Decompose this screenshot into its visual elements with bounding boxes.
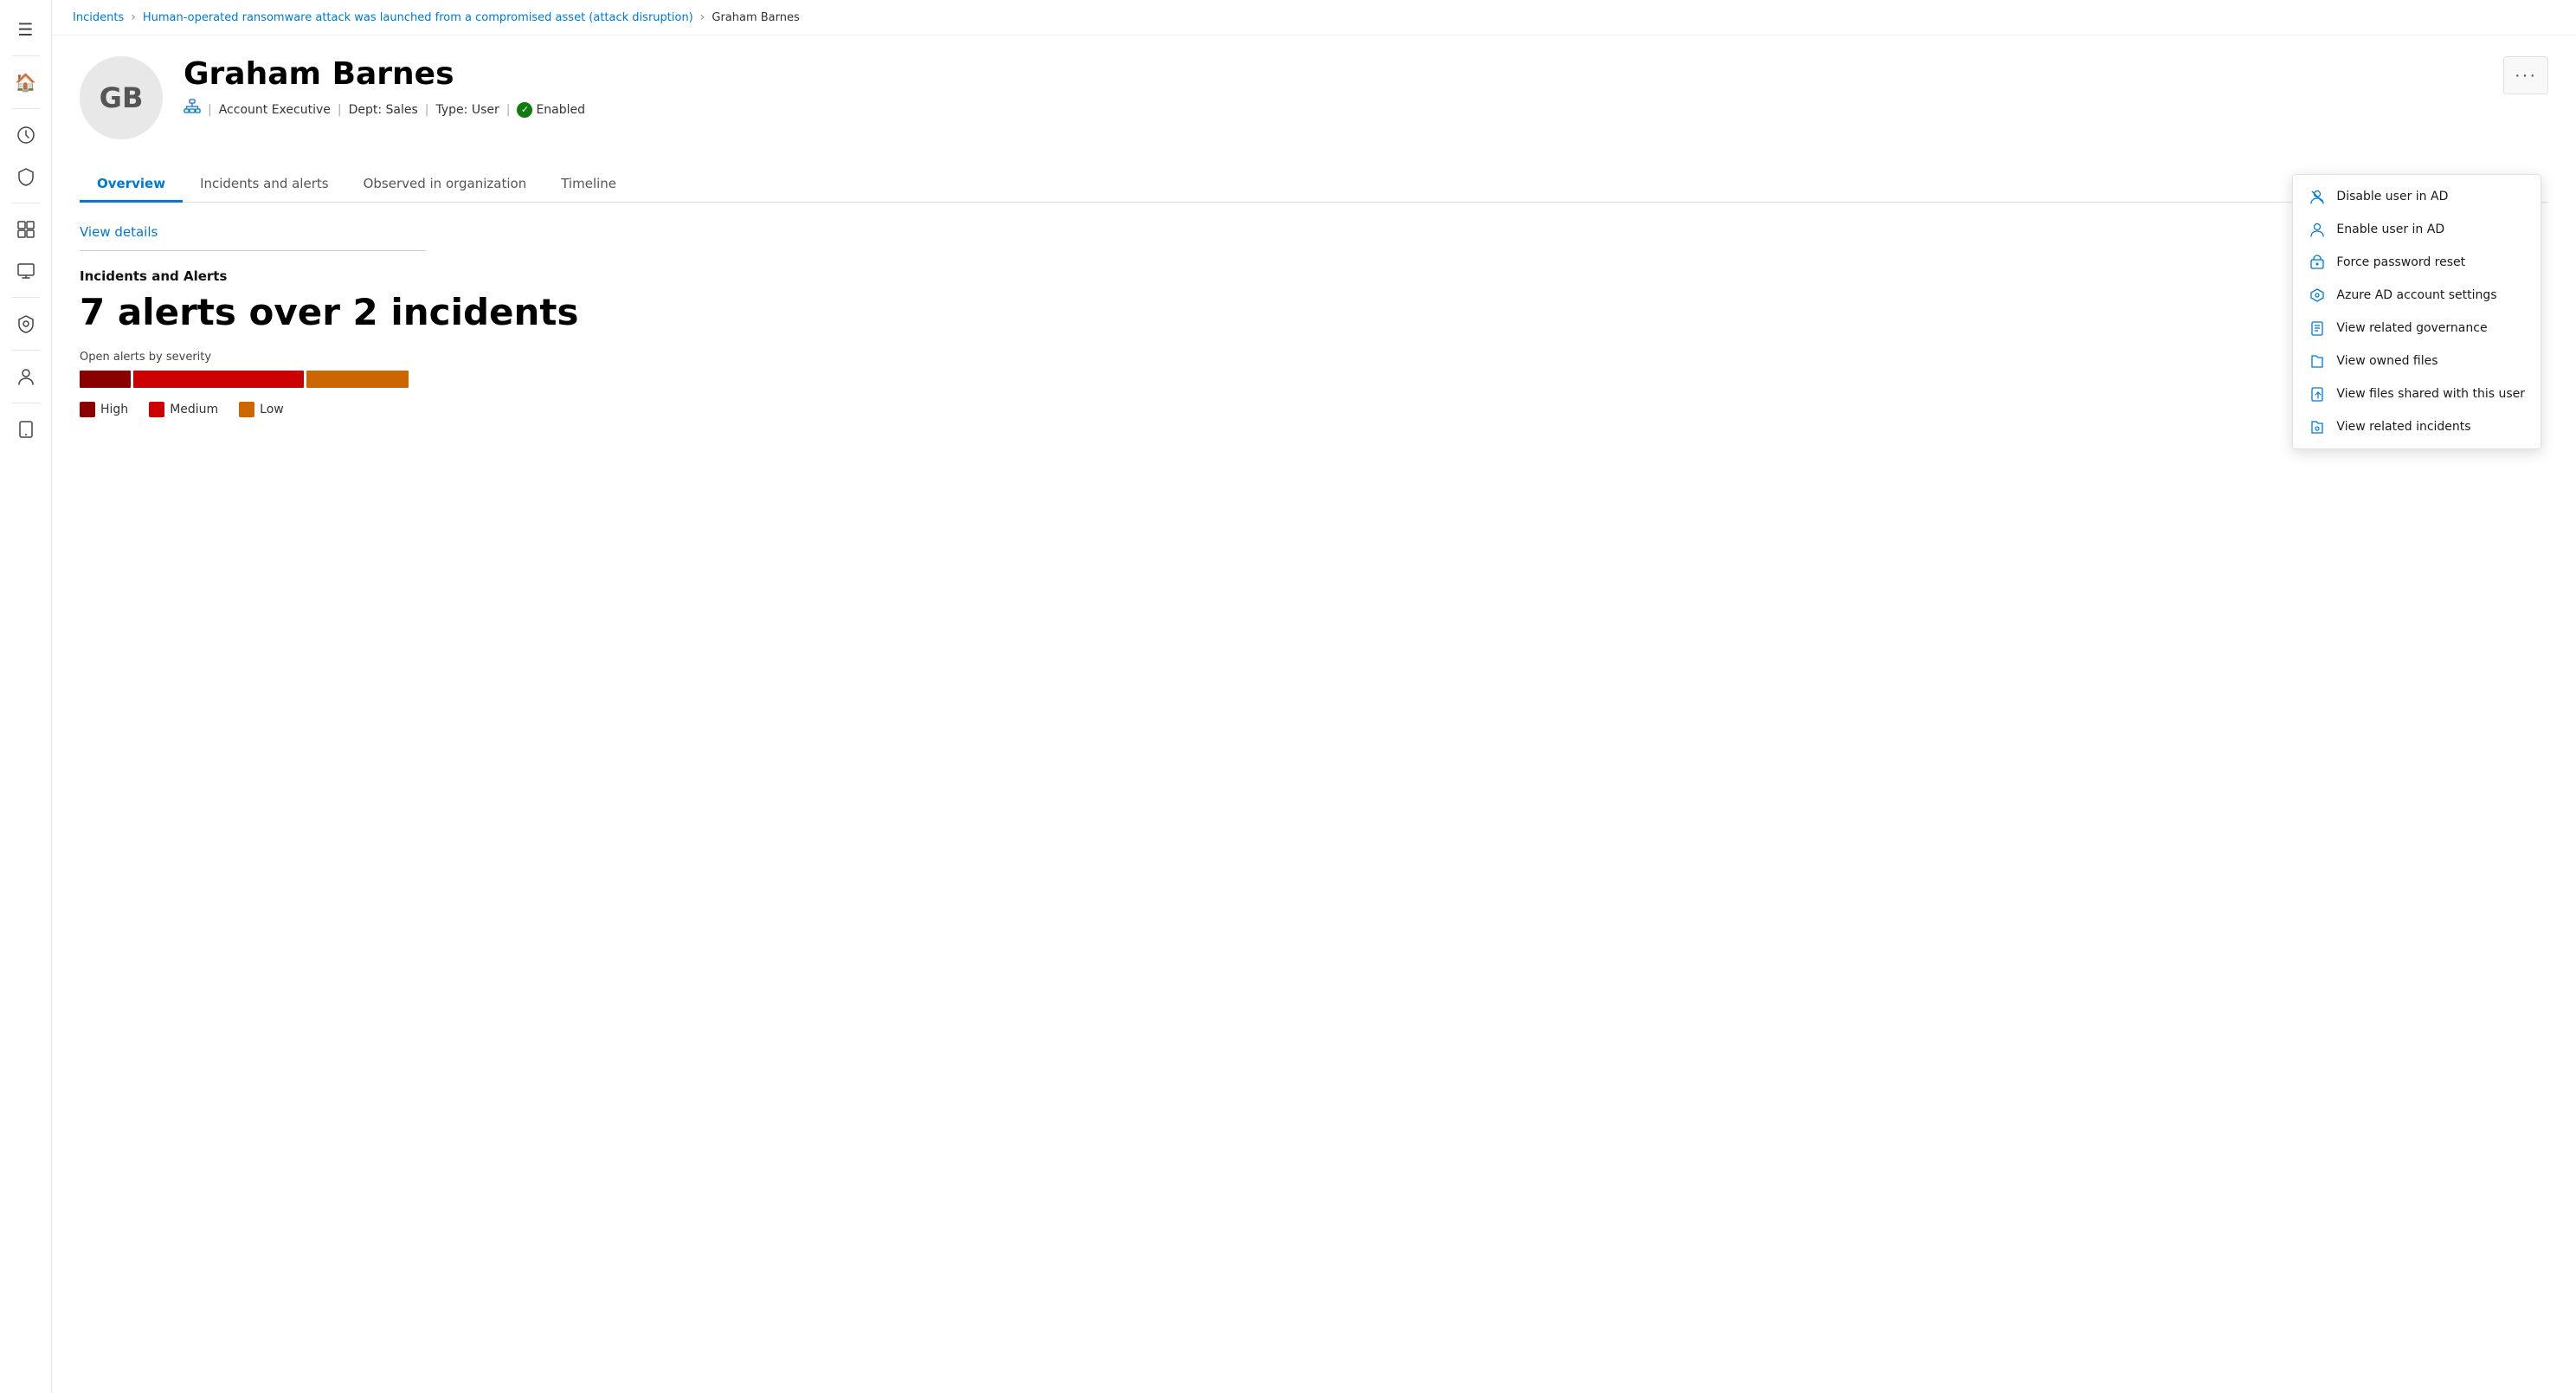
home-icon[interactable]: 🏠	[7, 63, 45, 101]
sidebar-divider-4	[12, 297, 40, 298]
shield-icon[interactable]	[7, 158, 45, 196]
dropdown-force-password[interactable]: Force password reset	[2293, 246, 2541, 279]
user-name: Graham Barnes	[184, 56, 2483, 92]
tab-observed[interactable]: Observed in organization	[346, 167, 544, 203]
status-label: Enabled	[536, 103, 585, 117]
legend-label-high: High	[100, 403, 128, 416]
dropdown-azure-ad-label: Azure AD account settings	[2336, 288, 2496, 302]
meta-sep-3: |	[425, 103, 429, 117]
dropdown-view-shared-files[interactable]: View files shared with this user	[2293, 377, 2541, 410]
user-header: GB Graham Barnes | Account Execu	[80, 56, 2548, 139]
sidebar-divider-5	[12, 350, 40, 351]
breadcrumb-incident-title[interactable]: Human-operated ransomware attack was lau…	[143, 11, 693, 24]
meta-sep-1: |	[208, 103, 212, 117]
dropdown-view-related-incidents[interactable]: View related incidents	[2293, 410, 2541, 443]
status-dot: ✓	[517, 102, 532, 118]
dropdown-view-governance[interactable]: View related governance	[2293, 312, 2541, 345]
status-badge: ✓ Enabled	[517, 102, 585, 118]
sidebar-divider-1	[12, 55, 40, 56]
clock-icon[interactable]	[7, 116, 45, 154]
tab-incidents-alerts[interactable]: Incidents and alerts	[183, 167, 346, 203]
force-password-icon	[2309, 255, 2326, 270]
dropdown-disable-user[interactable]: Disable user in AD	[2293, 180, 2541, 213]
view-related-incidents-icon	[2309, 419, 2326, 435]
dropdown-view-governance-label: View related governance	[2336, 321, 2487, 335]
shield2-icon[interactable]	[7, 305, 45, 343]
more-options-button[interactable]: ···	[2503, 56, 2548, 94]
dropdown-menu: Disable user in AD Enable user in AD	[2292, 174, 2541, 449]
legend-low: Low	[239, 402, 284, 417]
legend-label-medium: Medium	[170, 403, 218, 416]
view-owned-files-icon	[2309, 353, 2326, 369]
severity-legend: High Medium Low	[80, 402, 2548, 417]
legend-swatch-high	[80, 402, 95, 417]
main-content: Incidents › Human-operated ransomware at…	[52, 0, 2576, 1393]
device-icon[interactable]	[7, 410, 45, 448]
person-icon[interactable]	[7, 358, 45, 396]
view-shared-files-icon	[2309, 386, 2326, 402]
content-area: GB Graham Barnes | Account Execu	[52, 35, 2576, 1393]
dropdown-enable-user-label: Enable user in AD	[2336, 222, 2444, 236]
legend-high: High	[80, 402, 128, 417]
sidebar: ☰ 🏠	[0, 0, 52, 1393]
breadcrumb-user: Graham Barnes	[712, 11, 799, 24]
legend-swatch-medium	[149, 402, 164, 417]
tab-timeline[interactable]: Timeline	[544, 167, 634, 203]
user-type: Type: User	[436, 103, 499, 117]
dropdown-view-owned-files[interactable]: View owned files	[2293, 345, 2541, 377]
incidents-label: Incidents and Alerts	[80, 268, 2548, 284]
dropdown-disable-user-label: Disable user in AD	[2336, 190, 2448, 203]
sidebar-divider-2	[12, 108, 40, 109]
breadcrumb-sep-1: ›	[131, 10, 136, 24]
legend-medium: Medium	[149, 402, 218, 417]
monitor-icon[interactable]	[7, 252, 45, 290]
user-info: Graham Barnes | Account Executive |	[184, 56, 2483, 120]
legend-swatch-low	[239, 402, 254, 417]
azure-ad-icon	[2309, 287, 2326, 303]
bar-high	[80, 371, 131, 388]
avatar: GB	[80, 56, 163, 139]
breadcrumb-sep-2: ›	[700, 10, 705, 24]
apps-icon[interactable]	[7, 210, 45, 248]
dropdown-view-related-incidents-label: View related incidents	[2336, 420, 2470, 434]
dropdown-view-shared-files-label: View files shared with this user	[2336, 387, 2525, 401]
tabs-bar: Overview Incidents and alerts Observed i…	[80, 167, 2548, 203]
meta-sep-4: |	[506, 103, 511, 117]
tab-overview[interactable]: Overview	[80, 167, 183, 203]
user-meta: | Account Executive | Dept: Sales | Type…	[184, 99, 2483, 120]
meta-sep-2: |	[338, 103, 342, 117]
disable-user-icon	[2309, 189, 2326, 204]
bar-medium	[133, 371, 304, 388]
section-divider	[80, 250, 426, 251]
breadcrumb-incidents[interactable]: Incidents	[73, 11, 124, 24]
view-details-link[interactable]: View details	[80, 224, 158, 240]
severity-bar	[80, 371, 409, 388]
incidents-count: 7 alerts over 2 incidents	[80, 291, 2548, 333]
breadcrumb: Incidents › Human-operated ransomware at…	[52, 0, 2576, 35]
dropdown-force-password-label: Force password reset	[2336, 255, 2465, 269]
user-role: Account Executive	[219, 103, 331, 117]
dropdown-view-owned-files-label: View owned files	[2336, 354, 2438, 368]
dropdown-azure-ad[interactable]: Azure AD account settings	[2293, 279, 2541, 312]
user-dept: Dept: Sales	[349, 103, 418, 117]
legend-label-low: Low	[260, 403, 284, 416]
view-governance-icon	[2309, 320, 2326, 336]
org-icon	[184, 99, 201, 120]
menu-icon[interactable]: ☰	[7, 10, 45, 48]
bar-low	[306, 371, 409, 388]
dropdown-enable-user[interactable]: Enable user in AD	[2293, 213, 2541, 246]
severity-label: Open alerts by severity	[80, 351, 2548, 364]
enable-user-icon	[2309, 222, 2326, 237]
